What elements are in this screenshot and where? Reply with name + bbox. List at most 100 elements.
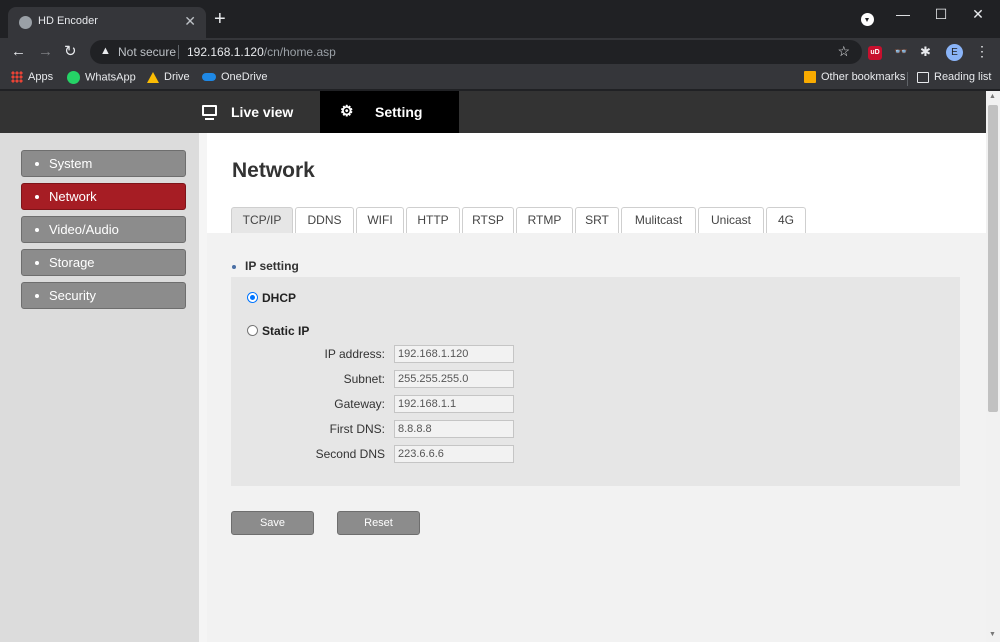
tab-http[interactable]: HTTP — [406, 207, 460, 233]
back-button[interactable]: ← — [11, 42, 26, 62]
bullet-icon — [35, 294, 39, 298]
page-scrollbar[interactable]: ▲ ▼ — [986, 91, 1000, 642]
ip-address-label: IP address: — [324, 347, 385, 361]
sidebar-item-network[interactable]: Network — [21, 183, 186, 210]
address-url[interactable]: 192.168.1.120/cn/home.asp — [187, 45, 336, 59]
dhcp-radio[interactable] — [247, 292, 258, 303]
browser-menu-icon[interactable]: ⋮ — [975, 43, 989, 60]
tcp-ip-panel: IP setting DHCP Static IP IP address: Su… — [207, 233, 986, 642]
tab-wifi[interactable]: WIFI — [356, 207, 404, 233]
url-host: 192.168.1.120 — [187, 45, 264, 59]
second-dns-input[interactable] — [394, 445, 514, 463]
top-navigation: Live view ⚙ Setting — [0, 91, 986, 133]
scroll-up-icon[interactable]: ▲ — [989, 93, 996, 100]
second-dns-label: Second DNS — [315, 447, 385, 461]
subnet-row: Subnet: — [231, 370, 531, 388]
other-bookmarks-label: Other bookmarks — [821, 71, 906, 83]
minimize-button[interactable]: — — [888, 4, 918, 24]
bookmarks-bar: Apps WhatsApp Drive OneDrive Other bookm… — [0, 66, 1000, 90]
other-bookmarks[interactable]: Other bookmarks — [804, 71, 906, 84]
bookmark-whatsapp[interactable]: WhatsApp — [67, 71, 136, 84]
maximize-button[interactable]: ☐ — [926, 4, 956, 24]
settings-sidebar: System Network Video/Audio Storage Secur… — [0, 133, 199, 642]
sidebar-item-label: Network — [49, 189, 97, 204]
bullet-icon — [35, 162, 39, 166]
scroll-down-icon[interactable]: ▼ — [989, 631, 996, 638]
browser-tab[interactable]: HD Encoder ✕ — [8, 7, 206, 38]
nav-live-view[interactable]: Live view — [200, 91, 320, 133]
subnet-input[interactable] — [394, 370, 514, 388]
bookmark-onedrive[interactable]: OneDrive — [202, 71, 267, 83]
second-dns-row: Second DNS — [231, 445, 531, 463]
reading-list-label: Reading list — [934, 71, 992, 83]
bookmarks-divider — [907, 72, 908, 86]
nav-setting[interactable]: ⚙ Setting — [320, 91, 459, 133]
sidebar-item-security[interactable]: Security — [21, 282, 186, 309]
tab-title: HD Encoder — [38, 15, 98, 27]
reload-button[interactable]: ↻ — [64, 42, 77, 62]
tab-close-icon[interactable]: ✕ — [184, 13, 196, 30]
sidebar-item-system[interactable]: System — [21, 150, 186, 177]
tab-unicast[interactable]: Unicast — [698, 207, 764, 233]
first-dns-input[interactable] — [394, 420, 514, 438]
whatsapp-icon — [67, 71, 80, 84]
ip-address-input[interactable] — [394, 345, 514, 363]
ip-settings-box: DHCP Static IP IP address: Subnet: Gatew… — [231, 277, 960, 486]
static-ip-radio[interactable] — [247, 325, 258, 336]
bookmark-label: OneDrive — [221, 71, 268, 83]
address-divider — [178, 45, 179, 59]
sidebar-item-label: System — [49, 156, 93, 171]
url-path: /cn/home.asp — [263, 45, 336, 59]
tab-srt[interactable]: SRT — [575, 207, 619, 233]
bookmark-star-icon[interactable]: ☆ — [837, 43, 850, 60]
profile-avatar[interactable]: E — [946, 44, 963, 61]
tab-ddns[interactable]: DDNS — [295, 207, 354, 233]
nav-live-view-label: Live view — [231, 104, 294, 120]
security-label[interactable]: Not secure — [118, 45, 176, 59]
ip-setting-heading: IP setting — [232, 259, 299, 273]
forward-button[interactable]: → — [38, 42, 53, 62]
scroll-thumb[interactable] — [988, 105, 998, 412]
bookmark-drive[interactable]: Drive — [147, 71, 190, 83]
network-settings-content: Network TCP/IP DDNS WIFI HTTP RTSP RTMP … — [207, 133, 986, 642]
sidebar-item-video-audio[interactable]: Video/Audio — [21, 216, 186, 243]
static-ip-option[interactable]: Static IP — [247, 324, 309, 338]
reading-list-icon — [917, 71, 929, 83]
bullet-icon — [35, 195, 39, 199]
bookmark-label: Apps — [28, 71, 54, 83]
extensions-puzzle-icon[interactable]: ✱ — [920, 44, 934, 59]
gateway-row: Gateway: — [231, 395, 531, 413]
tab-4g[interactable]: 4G — [766, 207, 806, 233]
tab-rtsp[interactable]: RTSP — [462, 207, 514, 233]
warning-icon[interactable]: ▲ — [100, 45, 111, 57]
tab-rtmp[interactable]: RTMP — [516, 207, 573, 233]
page-title: Network — [232, 159, 315, 182]
save-button[interactable]: Save — [231, 511, 314, 535]
first-dns-label: First DNS: — [329, 422, 385, 436]
subnet-label: Subnet: — [343, 372, 385, 386]
reading-list[interactable]: Reading list — [917, 71, 991, 83]
address-bar[interactable]: ▲ Not secure 192.168.1.120/cn/home.asp ☆ — [90, 40, 862, 64]
static-ip-label: Static IP — [262, 324, 310, 338]
close-window-button[interactable]: ✕ — [963, 4, 993, 24]
reset-button[interactable]: Reset — [337, 511, 420, 535]
ublock-extension-icon[interactable]: uD — [868, 46, 882, 60]
dhcp-option[interactable]: DHCP — [247, 291, 296, 305]
sidebar-item-label: Security — [49, 288, 96, 303]
sidebar-item-storage[interactable]: Storage — [21, 249, 186, 276]
onedrive-icon — [202, 73, 216, 82]
bookmark-apps[interactable]: Apps — [11, 71, 54, 84]
tab-mulitcast[interactable]: Mulitcast — [621, 207, 696, 233]
tab-tcp-ip[interactable]: TCP/IP — [231, 207, 293, 233]
bullet-icon — [232, 264, 236, 269]
new-tab-button[interactable]: + — [214, 9, 226, 29]
media-control-icon[interactable] — [861, 13, 874, 26]
gateway-label: Gateway: — [334, 397, 385, 411]
sidebar-item-label: Video/Audio — [49, 222, 119, 237]
glasses-extension-icon[interactable]: 👓 — [894, 45, 908, 59]
browser-toolbar: ← → ↻ ▲ Not secure 192.168.1.120/cn/home… — [0, 38, 1000, 66]
gateway-input[interactable] — [394, 395, 514, 413]
first-dns-row: First DNS: — [231, 420, 531, 438]
bullet-icon — [35, 228, 39, 232]
apps-grid-icon — [11, 71, 23, 84]
